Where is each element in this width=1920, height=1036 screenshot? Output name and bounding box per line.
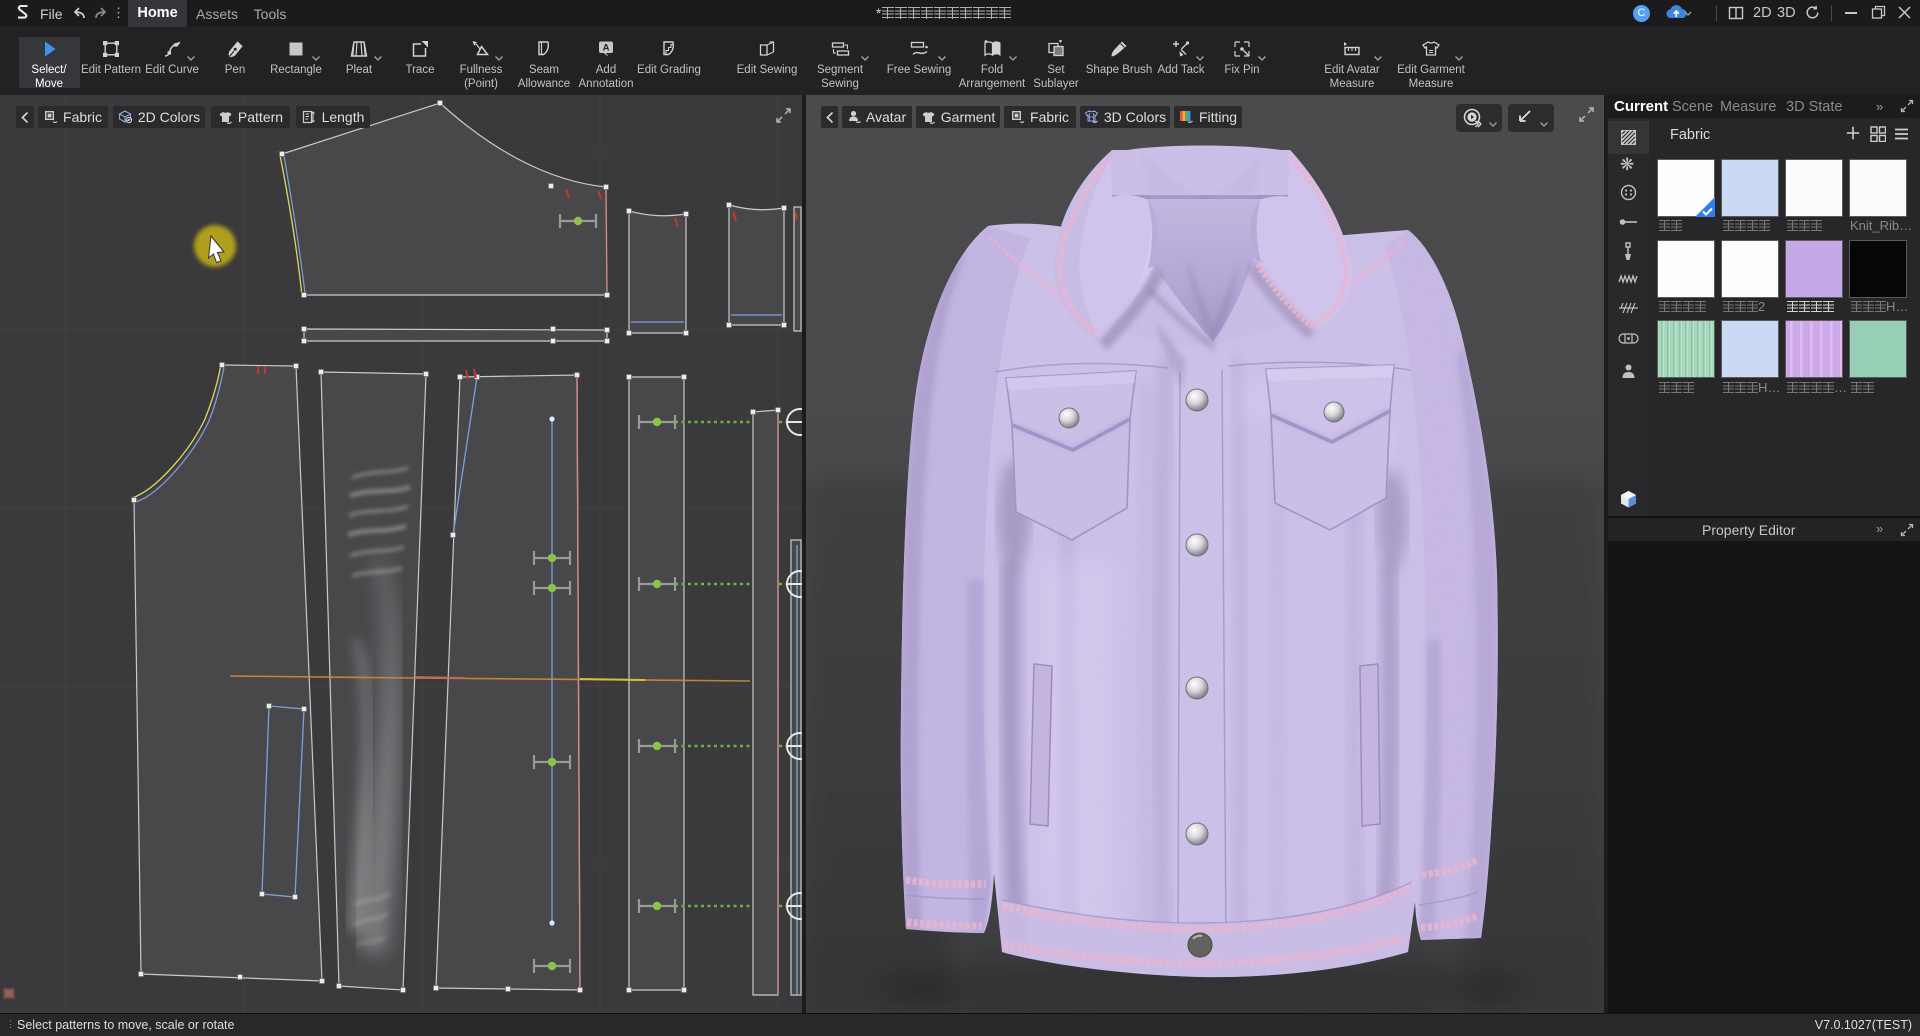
svg-text:A: A [603, 43, 610, 54]
